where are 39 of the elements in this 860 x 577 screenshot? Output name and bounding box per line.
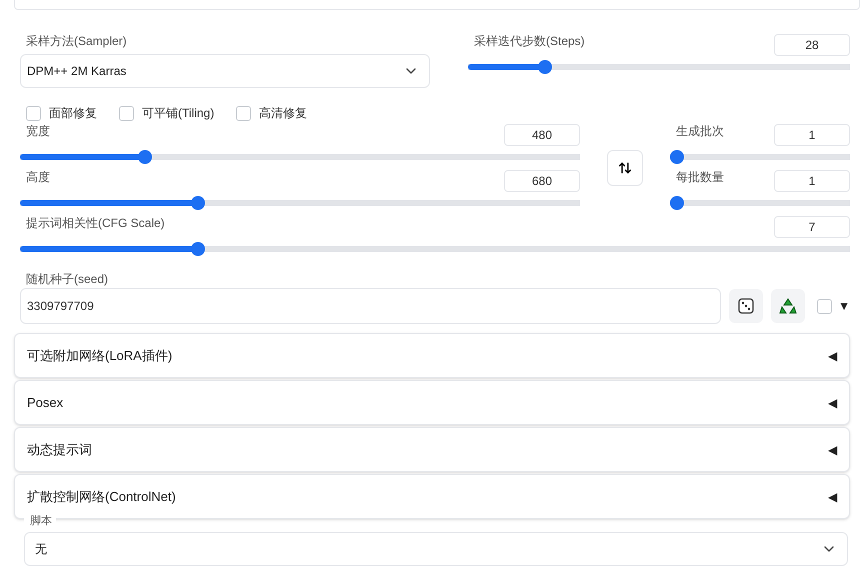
slider-label: 每批数量 bbox=[675, 169, 724, 186]
number-field[interactable]: 28 bbox=[774, 34, 850, 56]
checkbox-label: 面部修复 bbox=[49, 105, 97, 122]
checkbox[interactable] bbox=[817, 298, 832, 314]
checkbox[interactable] bbox=[119, 106, 134, 120]
dice-button[interactable] bbox=[729, 289, 764, 323]
accordion-header[interactable]: 动态提示词 ◀ bbox=[14, 427, 850, 472]
sampler-dropdown[interactable]: DPM++ 2M Karras bbox=[20, 54, 430, 88]
checkbox[interactable] bbox=[26, 106, 41, 120]
slider-label: 宽度 bbox=[25, 123, 50, 140]
slider-label: 高度 bbox=[25, 169, 50, 186]
seed-field[interactable]: 3309797709 bbox=[20, 288, 722, 324]
checkbox-label: 高清修复 bbox=[259, 105, 308, 122]
slider-label: 生成批次 bbox=[675, 123, 724, 140]
swap-icon bbox=[618, 161, 632, 175]
slider-thumb[interactable] bbox=[138, 150, 152, 164]
slider-thumb[interactable] bbox=[191, 196, 206, 210]
slider-thumb[interactable] bbox=[670, 150, 684, 164]
number-field[interactable]: 480 bbox=[504, 124, 580, 146]
checkbox-label: 可平铺(Tiling) bbox=[142, 105, 214, 122]
checkbox[interactable] bbox=[236, 106, 252, 120]
swap-button[interactable] bbox=[607, 150, 643, 186]
accordion-header[interactable]: Posex ◀ bbox=[14, 380, 850, 425]
number-field[interactable]: 680 bbox=[504, 170, 580, 192]
number-field[interactable]: 1 bbox=[774, 124, 850, 146]
accordion-header[interactable]: 可选附加网络(LoRA插件) ◀ bbox=[14, 333, 850, 378]
slider-label: 采样迭代步数(Steps) bbox=[473, 33, 585, 50]
recycle-button[interactable] bbox=[771, 289, 806, 323]
slider-thumb[interactable] bbox=[670, 196, 684, 210]
number-field[interactable]: 7 bbox=[774, 216, 850, 238]
slider-thumb[interactable] bbox=[538, 60, 552, 74]
slider-thumb[interactable] bbox=[191, 242, 206, 256]
script-dropdown[interactable]: 无 bbox=[24, 532, 848, 566]
dice-icon bbox=[737, 297, 756, 315]
number-field[interactable]: 1 bbox=[774, 170, 850, 192]
seed-label: 随机种子(seed) bbox=[25, 271, 110, 288]
dropdown-arrow[interactable]: ▼ bbox=[838, 297, 850, 315]
slider-label: 提示词相关性(CFG Scale) bbox=[25, 215, 165, 232]
sampler-label: 采样方法(Sampler) bbox=[25, 33, 128, 50]
